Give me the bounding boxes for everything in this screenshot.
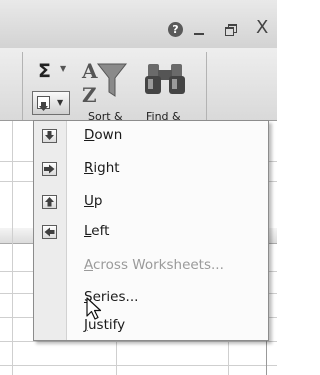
menu-item-label: Down xyxy=(84,127,123,143)
menu-item-label: Up xyxy=(84,193,103,209)
grid-line xyxy=(0,341,277,342)
svg-text:A: A xyxy=(81,59,98,83)
grid-line xyxy=(0,365,277,366)
mouse-pointer-icon xyxy=(86,297,102,320)
sort-filter-icon[interactable]: A Z xyxy=(80,58,130,106)
ribbon-group-separator xyxy=(22,52,23,120)
fill-dropdown-menu: Down Right Up Left Across Worksheets... … xyxy=(33,120,269,341)
ribbon-editing-group: Σ ▼ ▼ A Z Sort & Find & xyxy=(0,48,277,123)
menu-item-fill-left[interactable]: Left xyxy=(34,220,268,244)
chevron-down-icon: ▼ xyxy=(57,98,64,107)
menu-item-series[interactable]: Series... xyxy=(34,286,268,310)
fill-button[interactable]: ▼ xyxy=(32,91,70,115)
chevron-down-icon[interactable]: ▼ xyxy=(60,64,66,73)
minimize-icon[interactable] xyxy=(194,33,204,35)
grid-line xyxy=(12,121,13,375)
menu-item-label: Right xyxy=(84,160,120,176)
autosum-icon[interactable]: Σ xyxy=(38,60,51,82)
window-title-bar: ? X xyxy=(0,0,277,48)
svg-text:Z: Z xyxy=(82,83,97,106)
ribbon-group-separator xyxy=(206,52,207,120)
restore-icon[interactable] xyxy=(225,24,237,36)
menu-item-label: Left xyxy=(84,223,110,239)
fill-down-icon xyxy=(37,96,50,111)
fill-up-icon xyxy=(42,195,57,209)
binoculars-icon[interactable] xyxy=(144,60,186,96)
menu-item-fill-right[interactable]: Right xyxy=(34,157,268,181)
menu-item-justify[interactable]: Justify xyxy=(34,314,268,338)
fill-left-icon xyxy=(42,225,57,239)
close-icon[interactable]: X xyxy=(256,17,268,38)
fill-right-icon xyxy=(42,162,57,176)
menu-item-fill-up[interactable]: Up xyxy=(34,190,268,214)
help-icon[interactable]: ? xyxy=(168,22,183,37)
menu-item-across-worksheets[interactable]: Across Worksheets... xyxy=(34,254,268,278)
menu-item-label: Across Worksheets... xyxy=(84,257,224,273)
fill-down-icon xyxy=(42,129,57,143)
menu-item-fill-down[interactable]: Down xyxy=(34,124,268,148)
